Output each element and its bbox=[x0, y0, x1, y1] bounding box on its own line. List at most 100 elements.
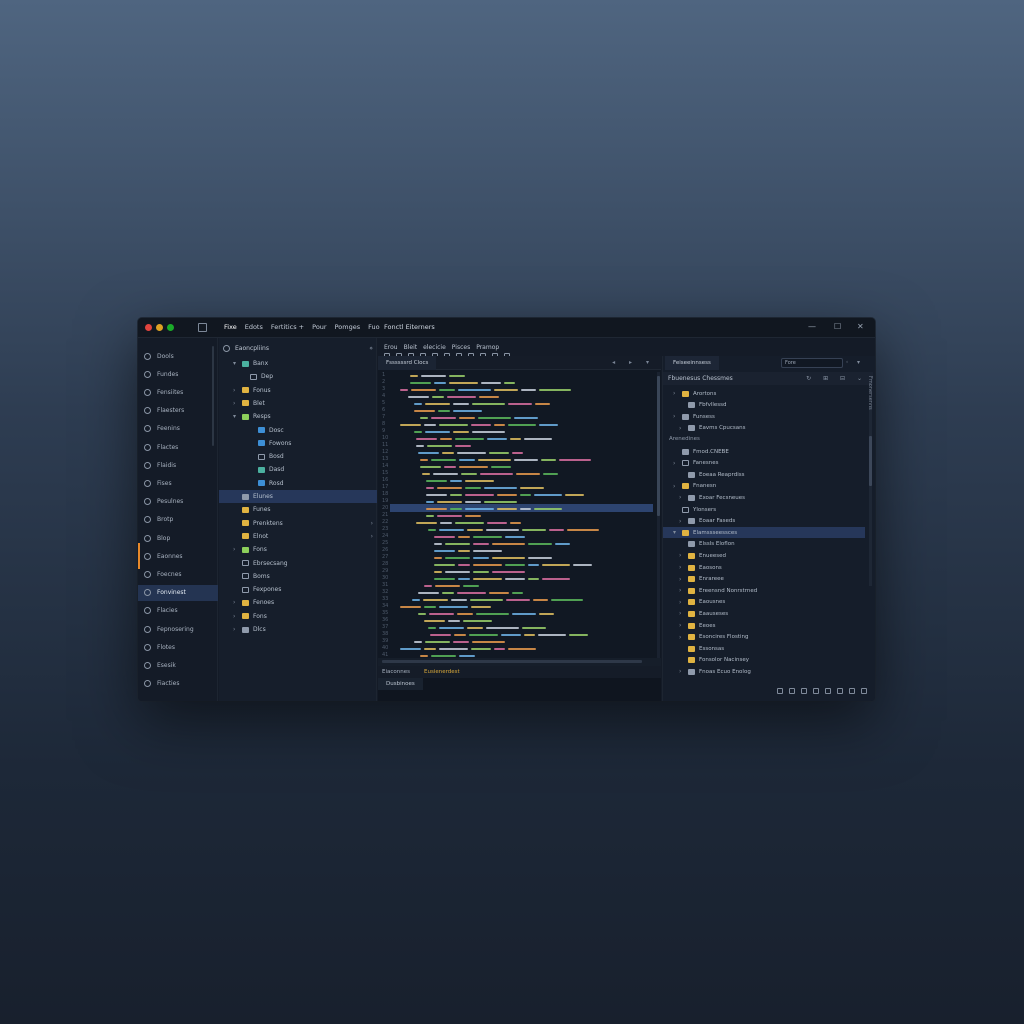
status-left[interactable]: Eiaconnes bbox=[382, 669, 410, 675]
bottom-panel-tab[interactable]: Dusbinoes bbox=[378, 678, 423, 690]
maximize-window-button[interactable] bbox=[167, 324, 174, 331]
menu-item-pour[interactable]: Pour bbox=[312, 323, 326, 331]
status-icon-2[interactable] bbox=[789, 688, 795, 694]
activity-item[interactable]: Fepnosering bbox=[138, 621, 218, 637]
outline-arrow-icon[interactable]: › bbox=[679, 599, 684, 606]
outline-item[interactable]: › Funsess bbox=[663, 411, 865, 422]
outline-arrow-icon[interactable]: ▾ bbox=[673, 529, 678, 536]
activity-item[interactable]: Fises bbox=[138, 475, 218, 491]
activity-item[interactable]: Esesik bbox=[138, 657, 218, 673]
outline-item[interactable]: › Enueesed bbox=[663, 550, 865, 561]
outline-arrow-icon[interactable]: › bbox=[679, 564, 684, 571]
minimize-window-button[interactable] bbox=[156, 324, 163, 331]
tree-arrow-icon[interactable]: › bbox=[233, 613, 238, 620]
status-icon-8[interactable] bbox=[861, 688, 867, 694]
activity-item[interactable]: Fonvinest bbox=[138, 584, 218, 601]
tree-item[interactable]: Bosd bbox=[219, 450, 377, 463]
tree-item[interactable]: Funes bbox=[219, 503, 377, 516]
tree-item[interactable]: › Blet bbox=[219, 397, 377, 410]
code-content[interactable] bbox=[400, 372, 655, 672]
outline-item[interactable]: › Eaosons bbox=[663, 562, 865, 573]
chevron-right-icon[interactable]: › bbox=[371, 520, 373, 527]
more-icon[interactable]: ⋄ bbox=[369, 345, 373, 352]
tree-item[interactable]: Dasd bbox=[219, 463, 377, 476]
editor-nav-icons[interactable]: ◂ ▸ ▾ bbox=[612, 359, 655, 366]
outline-item[interactable]: › Eavms Cpucsans bbox=[663, 423, 865, 434]
activity-item[interactable]: Fensiites bbox=[138, 384, 218, 400]
activity-item[interactable]: Blop bbox=[138, 530, 218, 546]
tree-arrow-icon[interactable]: › bbox=[233, 599, 238, 606]
tree-item[interactable]: Dosc bbox=[219, 424, 377, 437]
activity-item[interactable]: Dools bbox=[138, 348, 218, 364]
activity-item[interactable]: Pesulnes bbox=[138, 494, 218, 510]
outline-arrow-icon[interactable]: › bbox=[679, 668, 684, 675]
outline-item[interactable]: › Fnoas Ecuo Enolog bbox=[663, 666, 865, 677]
activity-item[interactable]: Fundes bbox=[138, 366, 218, 382]
outline-item[interactable]: › Enrareee bbox=[663, 574, 865, 585]
tree-arrow-icon[interactable]: › bbox=[233, 387, 238, 394]
outline-item[interactable]: › Eeoes bbox=[663, 620, 865, 631]
tree-item[interactable]: Fexpones bbox=[219, 583, 377, 596]
outline-item[interactable]: › Exoar Fecsneues bbox=[663, 492, 865, 503]
activity-item[interactable]: Flaidis bbox=[138, 457, 218, 473]
menu-item-pomges[interactable]: Pomges bbox=[335, 323, 361, 331]
restore-icon[interactable]: ☐ bbox=[834, 322, 841, 331]
tree-item[interactable]: › Fenoes bbox=[219, 596, 377, 609]
tree-arrow-icon[interactable]: › bbox=[233, 626, 238, 633]
tree-item[interactable]: Boms bbox=[219, 570, 377, 583]
outline-item[interactable]: › Fanesnes bbox=[663, 458, 865, 469]
tree-item[interactable]: › Fonus bbox=[219, 384, 377, 397]
activity-item[interactable]: Flacies bbox=[138, 603, 218, 619]
outline-item[interactable]: Ylonsers bbox=[663, 504, 865, 515]
outline-item[interactable]: › Eoaar Faseds bbox=[663, 516, 865, 527]
sidebar-toggle-icon[interactable] bbox=[198, 323, 207, 332]
tree-item[interactable]: Dep bbox=[219, 370, 377, 383]
outline-arrow-icon[interactable]: › bbox=[673, 460, 678, 467]
tree-item[interactable]: Rosd bbox=[219, 477, 377, 490]
editor-vertical-scrollbar[interactable] bbox=[657, 372, 660, 672]
outline-item[interactable]: › Ereensnd Nonrstrned bbox=[663, 585, 865, 596]
outline-arrow-icon[interactable]: › bbox=[679, 622, 684, 629]
activity-item[interactable]: Brotp bbox=[138, 512, 218, 528]
status-icon-1[interactable] bbox=[777, 688, 783, 694]
outline-item[interactable]: Fonsolor Nacinsey bbox=[663, 655, 865, 666]
outline-arrow-icon[interactable]: › bbox=[673, 483, 678, 490]
tree-item[interactable]: Prenktens › bbox=[219, 517, 377, 530]
outline-item[interactable]: › Esoncires Flosting bbox=[663, 632, 865, 643]
outline-item[interactable]: Eoeaa Reaprdiss bbox=[663, 469, 865, 480]
chevron-right-icon[interactable]: › bbox=[371, 533, 373, 540]
status-icon-3[interactable] bbox=[801, 688, 807, 694]
outline-arrow-icon[interactable]: › bbox=[679, 587, 684, 594]
activity-item[interactable]: Fiacties bbox=[138, 676, 218, 692]
outline-arrow-icon[interactable]: › bbox=[673, 390, 678, 397]
minimize-icon[interactable]: — bbox=[808, 322, 816, 331]
editor-tab[interactable]: Fssssssrd Clocs bbox=[378, 356, 437, 370]
status-right[interactable]: Eusienerdest bbox=[424, 669, 460, 675]
outline-item[interactable]: Elssls Eloflon bbox=[663, 539, 865, 550]
activity-item[interactable]: Feenins bbox=[138, 421, 218, 437]
close-window-button[interactable] bbox=[145, 324, 152, 331]
close-icon[interactable]: ✕ bbox=[857, 322, 864, 331]
right-search-input[interactable]: Fore bbox=[781, 358, 843, 368]
tree-item[interactable]: › Dlcs bbox=[219, 623, 377, 636]
activity-item[interactable]: Flactes bbox=[138, 439, 218, 455]
outline-arrow-icon[interactable]: › bbox=[679, 552, 684, 559]
status-icon-6[interactable] bbox=[837, 688, 843, 694]
tree-item[interactable]: ▾ Banx bbox=[219, 357, 377, 370]
activity-item[interactable]: Flaesters bbox=[138, 403, 218, 419]
right-panel-controls[interactable]: ◦ ▾ bbox=[846, 359, 863, 366]
activity-item[interactable]: Flotes bbox=[138, 639, 218, 655]
outline-arrow-icon[interactable]: › bbox=[679, 634, 684, 641]
tree-arrow-icon[interactable]: › bbox=[233, 400, 238, 407]
outline-item[interactable]: Fmod.CNEBE bbox=[663, 446, 865, 457]
outline-item[interactable]: ▾ Elamssseessces bbox=[663, 527, 865, 539]
activity-item[interactable]: Eaonnes bbox=[138, 548, 218, 564]
menu-item-edit[interactable]: Edots bbox=[245, 323, 263, 331]
outline-arrow-icon[interactable]: › bbox=[679, 610, 684, 617]
right-scrollbar[interactable] bbox=[869, 406, 872, 586]
activity-item[interactable]: Foecnes bbox=[138, 566, 218, 582]
tree-arrow-icon[interactable]: ▾ bbox=[233, 413, 238, 420]
editor-horizontal-scrollbar[interactable] bbox=[378, 658, 661, 666]
tree-item[interactable]: Elunes bbox=[219, 490, 377, 503]
menu-item-fuo[interactable]: Fuo bbox=[368, 323, 379, 331]
